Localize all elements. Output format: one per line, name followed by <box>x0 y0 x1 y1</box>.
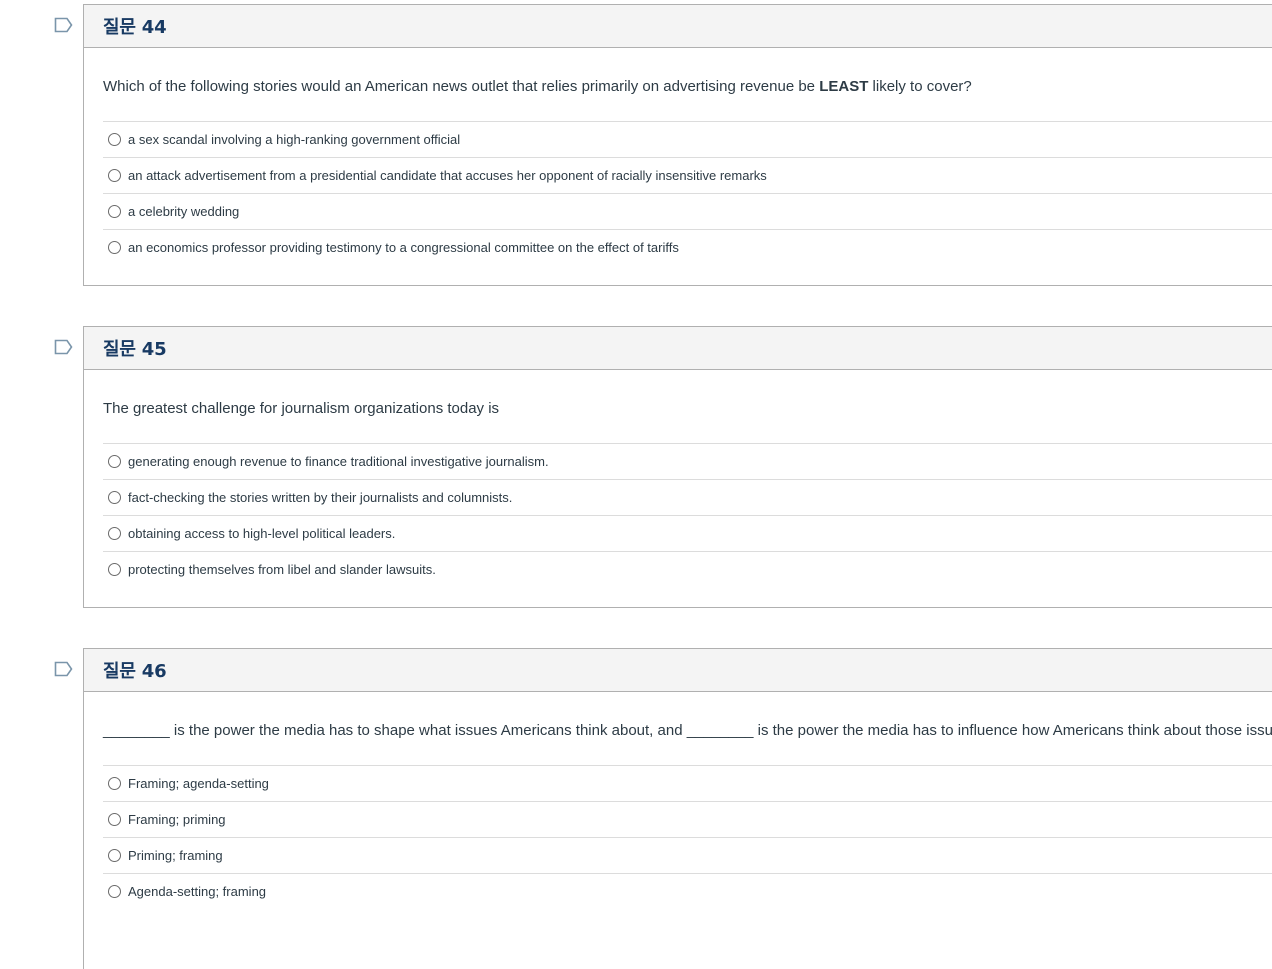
flag-question-icon[interactable] <box>54 17 74 33</box>
answer-option[interactable]: Agenda-setting; framing <box>103 874 1272 909</box>
answer-label: a sex scandal involving a high-ranking g… <box>128 132 461 147</box>
answer-list: generating enough revenue to finance tra… <box>103 443 1272 587</box>
answer-label: generating enough revenue to finance tra… <box>128 454 549 469</box>
question-header: 질문 45 <box>84 327 1272 370</box>
question-45: 질문 45 The greatest challenge for journal… <box>0 326 1272 616</box>
answer-option[interactable]: fact-checking the stories written by the… <box>103 480 1272 516</box>
answer-list: Framing; agenda-setting Framing; priming… <box>103 765 1272 909</box>
radio-button[interactable] <box>108 169 121 182</box>
radio-button[interactable] <box>108 491 121 504</box>
flag-question-icon[interactable] <box>54 339 74 355</box>
answer-label: Priming; framing <box>128 848 223 863</box>
answer-label: Framing; agenda-setting <box>128 776 269 791</box>
radio-button[interactable] <box>108 455 121 468</box>
answer-label: obtaining access to high-level political… <box>128 526 396 541</box>
answer-option[interactable]: Framing; agenda-setting <box>103 766 1272 802</box>
answer-option[interactable]: a celebrity wedding <box>103 194 1272 230</box>
radio-button[interactable] <box>108 241 121 254</box>
radio-button[interactable] <box>108 563 121 576</box>
question-header: 질문 44 <box>84 5 1272 48</box>
question-box: 질문 45 The greatest challenge for journal… <box>83 326 1272 608</box>
question-box: 질문 44 Which of the following stories wou… <box>83 4 1272 286</box>
radio-button[interactable] <box>108 133 121 146</box>
answer-label: protecting themselves from libel and sla… <box>128 562 436 577</box>
radio-button[interactable] <box>108 527 121 540</box>
answer-option[interactable]: protecting themselves from libel and sla… <box>103 552 1272 587</box>
answer-label: an economics professor providing testimo… <box>128 240 679 255</box>
radio-button[interactable] <box>108 205 121 218</box>
answer-option[interactable]: Framing; priming <box>103 802 1272 838</box>
question-box: 질문 46 ________ is the power the media ha… <box>83 648 1272 969</box>
question-text: ________ is the power the media has to s… <box>103 720 1272 742</box>
question-44: 질문 44 Which of the following stories wou… <box>0 4 1272 294</box>
answer-list: a sex scandal involving a high-ranking g… <box>103 121 1272 265</box>
flag-question-icon[interactable] <box>54 661 74 677</box>
radio-button[interactable] <box>108 849 121 862</box>
answer-option[interactable]: generating enough revenue to finance tra… <box>103 444 1272 480</box>
answer-option[interactable]: Priming; framing <box>103 838 1272 874</box>
question-text: The greatest challenge for journalism or… <box>103 398 1272 420</box>
answer-label: Agenda-setting; framing <box>128 884 267 899</box>
question-title: 질문 44 <box>103 17 167 38</box>
answer-label: a celebrity wedding <box>128 204 240 219</box>
answer-label: fact-checking the stories written by the… <box>128 490 513 505</box>
question-46: 질문 46 ________ is the power the media ha… <box>0 648 1272 969</box>
radio-button[interactable] <box>108 777 121 790</box>
answer-option[interactable]: obtaining access to high-level political… <box>103 516 1272 552</box>
question-text-part: The greatest challenge for journalism or… <box>103 400 500 417</box>
question-header: 질문 46 <box>84 649 1272 692</box>
question-text-part: likely to cover? <box>868 78 972 95</box>
question-text-part: ________ is the power the media has to s… <box>103 722 1272 739</box>
answer-option[interactable]: an attack advertisement from a president… <box>103 158 1272 194</box>
question-text-part: Which of the following stories would an … <box>103 78 820 95</box>
radio-button[interactable] <box>108 813 121 826</box>
question-text-emphasis: LEAST <box>819 78 869 95</box>
radio-button[interactable] <box>108 885 121 898</box>
answer-option[interactable]: a sex scandal involving a high-ranking g… <box>103 122 1272 158</box>
question-text: Which of the following stories would an … <box>103 76 1272 98</box>
question-title: 질문 45 <box>103 339 167 360</box>
question-title: 질문 46 <box>103 661 167 682</box>
answer-option[interactable]: an economics professor providing testimo… <box>103 230 1272 265</box>
answer-label: an attack advertisement from a president… <box>128 168 767 183</box>
answer-label: Framing; priming <box>128 812 226 827</box>
